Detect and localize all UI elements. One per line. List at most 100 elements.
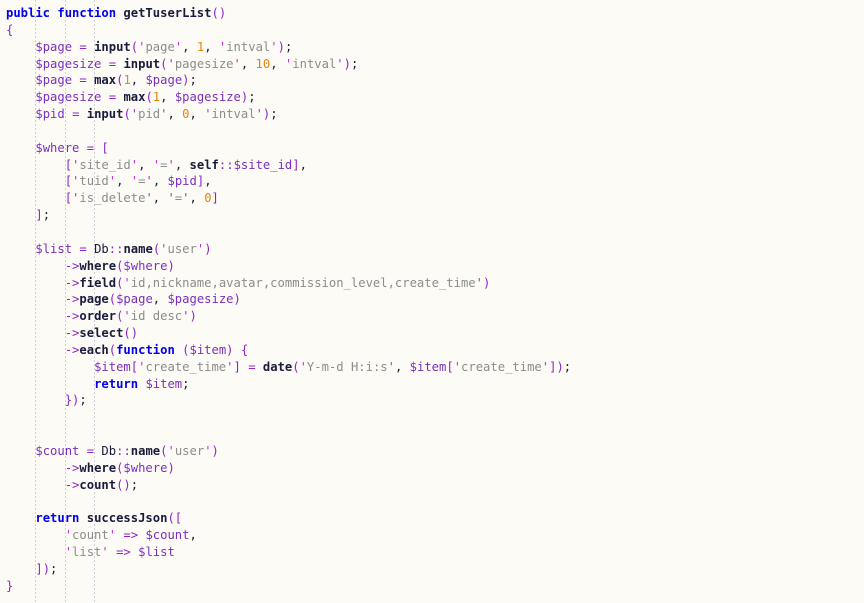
code-token: ] — [292, 157, 300, 172]
code-token: } — [64, 393, 73, 408]
code-token: id,nickname,avatar,commission_level,crea… — [130, 275, 476, 290]
code-token: $page — [35, 73, 73, 88]
code-token: ' — [108, 528, 117, 543]
code-line: ->count(); — [6, 477, 864, 494]
code-token: ' — [204, 107, 212, 122]
code-token: name — [123, 241, 153, 256]
code-token: ; — [270, 107, 278, 122]
code-token: , — [270, 56, 278, 71]
code-token: , — [167, 107, 175, 122]
code-token: ' — [145, 191, 153, 206]
code-token: Db — [94, 241, 109, 256]
code-token: $item — [94, 359, 131, 374]
code-token: ' — [167, 191, 175, 206]
code-token: $item — [145, 376, 183, 391]
code-token: ) — [167, 460, 175, 475]
code-token: ' — [123, 275, 131, 290]
code-token: ' — [167, 56, 175, 71]
code-token: , — [189, 528, 197, 543]
code-token: $pagesize — [35, 56, 102, 71]
code-line: $pagesize = input('pagesize', 10, 'intva… — [6, 56, 864, 73]
code-token: :: — [218, 157, 234, 172]
code-line: $page = input('page', 1, 'intval'); — [6, 39, 864, 56]
code-token: = — [86, 443, 95, 458]
code-token: ' — [453, 359, 462, 374]
code-content[interactable]: public function getTuserList(){ $page = … — [0, 0, 864, 595]
code-token: ( — [123, 107, 131, 122]
code-token: ) — [42, 561, 51, 576]
code-line: $where = [ — [6, 140, 864, 157]
code-line: { — [6, 22, 864, 39]
code-token: pagesize — [174, 56, 234, 71]
code-token: [ — [174, 511, 183, 526]
code-token: pid — [138, 107, 161, 122]
code-token: $pagesize — [167, 292, 234, 307]
code-line: ->field('id,nickname,avatar,commission_l… — [6, 275, 864, 292]
code-viewer[interactable]: public function getTuserList(){ $page = … — [0, 0, 864, 603]
code-token: name — [130, 443, 161, 458]
code-line: ->page($page, $pagesize) — [6, 291, 864, 308]
code-token: $where — [123, 460, 168, 475]
code-token: $list — [35, 241, 73, 256]
code-line: ['site_id', '=', self::$site_id], — [6, 157, 864, 174]
code-token: ( — [123, 326, 131, 341]
code-token: page — [145, 39, 175, 54]
code-token: ' — [387, 359, 395, 374]
code-token: ) — [204, 241, 212, 256]
code-token: ' — [299, 359, 307, 374]
code-token: -> — [64, 292, 80, 307]
code-token: ' — [226, 359, 234, 374]
code-line: ->select() — [6, 325, 864, 342]
code-token: intval — [226, 39, 271, 54]
code-token: } — [6, 578, 14, 593]
code-token: ' — [123, 309, 131, 324]
code-token: ' — [475, 275, 483, 290]
code-token: [ — [64, 191, 73, 206]
code-token: ) — [167, 258, 175, 273]
code-token: input — [123, 56, 161, 71]
code-token: count — [72, 528, 109, 543]
code-token: public — [6, 6, 51, 20]
code-token: = — [79, 241, 87, 256]
code-token: ) — [218, 6, 227, 20]
code-line: $pagesize = max(1, $pagesize); — [6, 89, 864, 106]
code-token: ; — [79, 393, 87, 408]
code-token: max — [123, 90, 146, 105]
code-token: ; — [248, 90, 256, 105]
code-token: ; — [350, 56, 359, 71]
code-token: ] — [35, 561, 43, 576]
code-token: ' — [541, 359, 550, 374]
code-token: function — [57, 6, 117, 20]
code-token: -> — [64, 460, 80, 475]
code-token: ( — [211, 6, 219, 20]
code-token: field — [79, 275, 117, 290]
code-token: = — [108, 56, 117, 71]
code-token: input — [94, 39, 131, 54]
code-token: order — [79, 309, 117, 324]
code-token: $site_id — [233, 157, 293, 172]
code-token: ' — [160, 241, 168, 256]
